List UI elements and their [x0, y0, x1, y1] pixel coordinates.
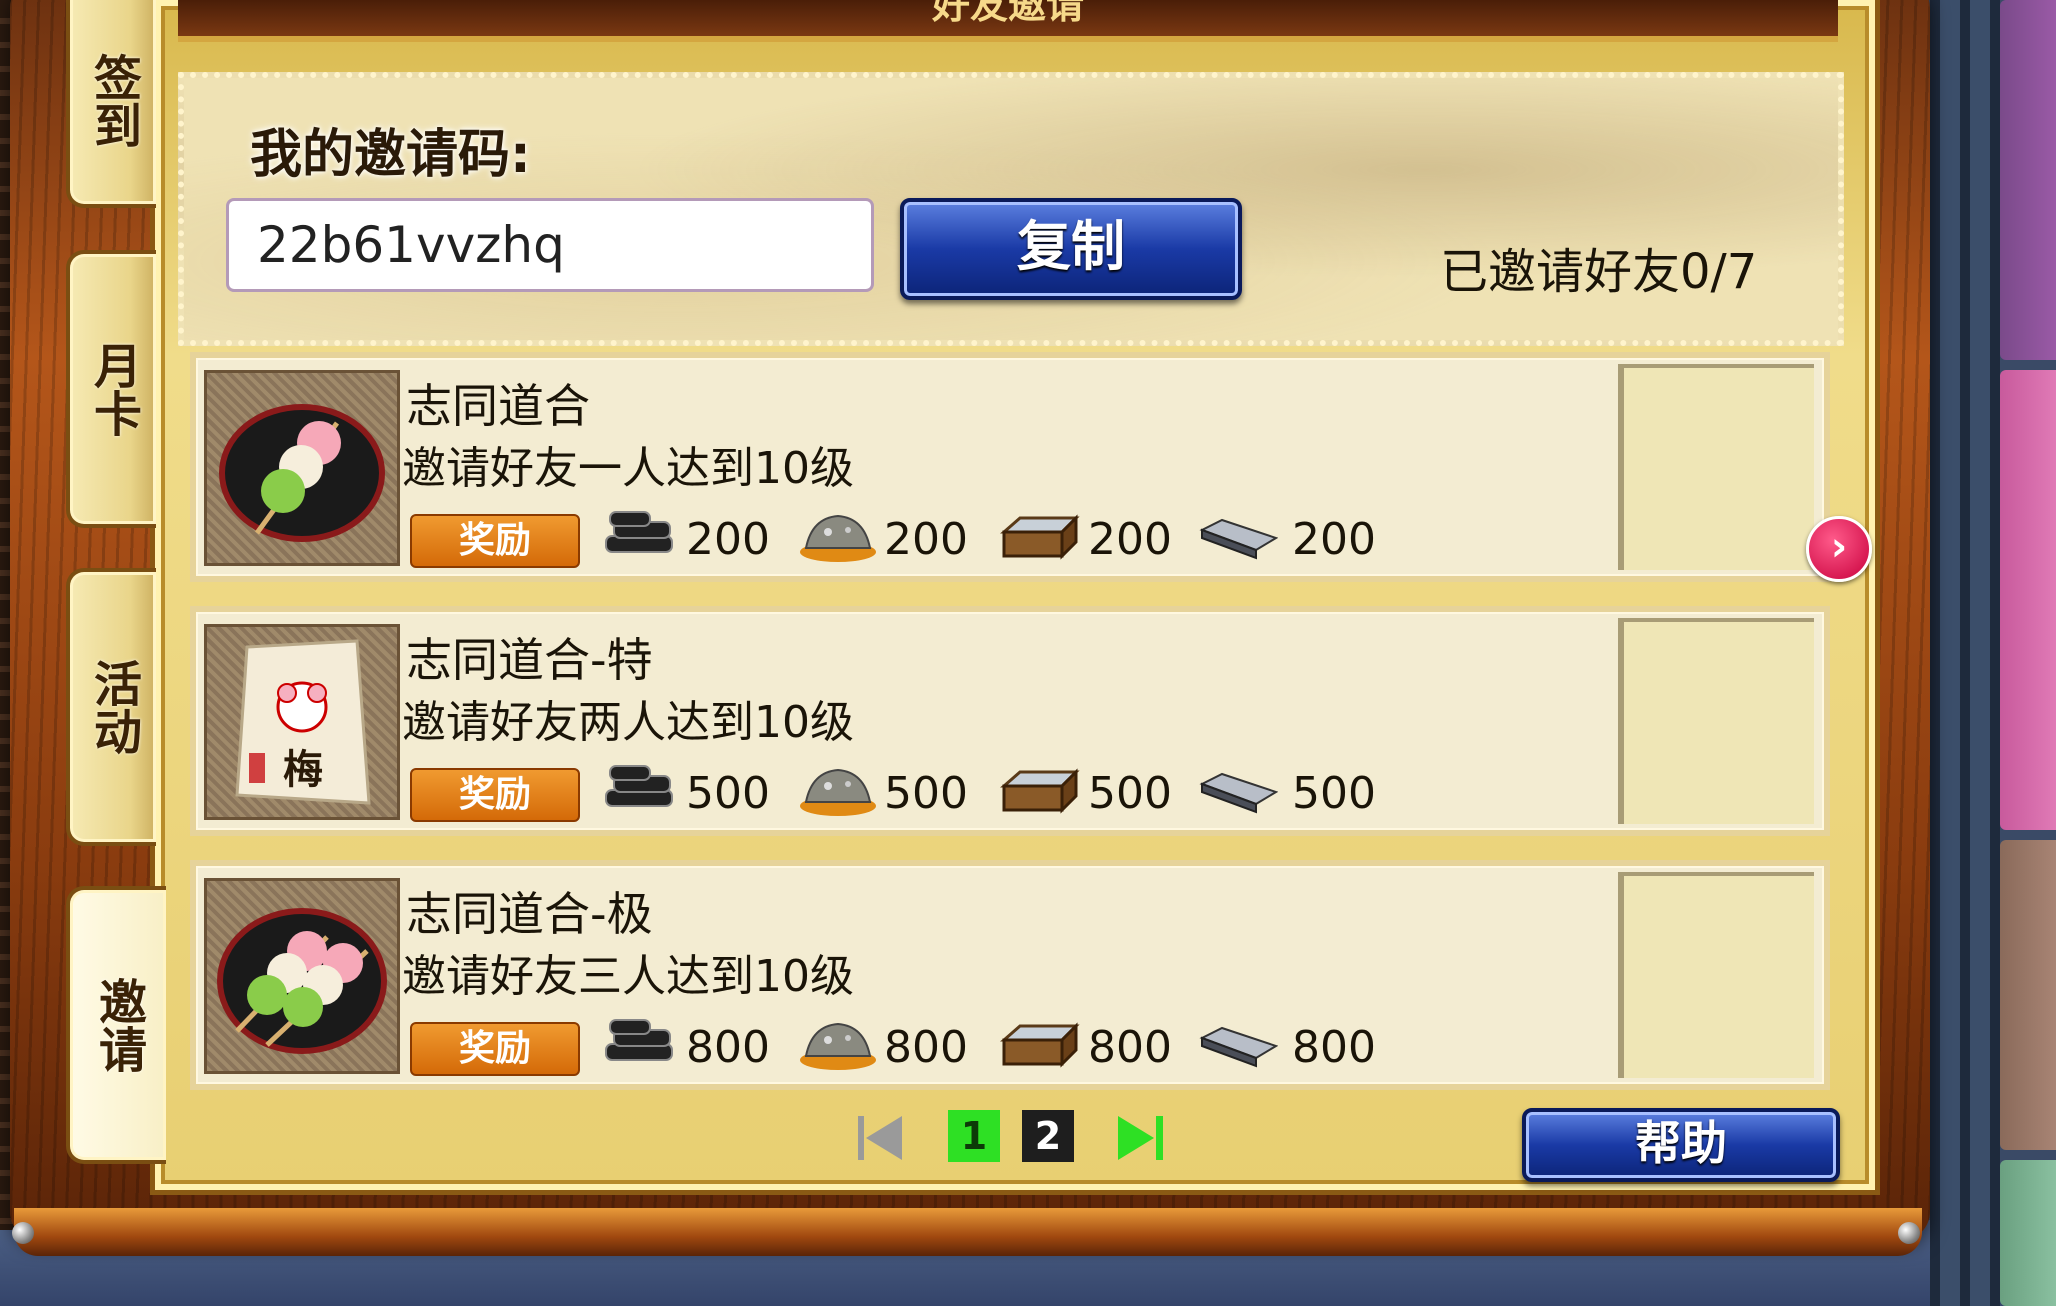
- task-row: 梅 志同道合-特 邀请好友两人达到10级 奖励 500 500 500 500: [190, 606, 1830, 836]
- charcoal-icon: [605, 1019, 673, 1061]
- claim-slot[interactable]: [1618, 618, 1814, 824]
- reward-value: 200: [686, 514, 770, 565]
- rivet-right: [1898, 1222, 1920, 1244]
- page-button-2[interactable]: 2: [1022, 1110, 1074, 1162]
- reward-value: 800: [686, 1022, 770, 1073]
- ore-icon: [800, 768, 876, 816]
- invite-code-field[interactable]: 22b61vvzhq: [226, 198, 874, 292]
- iron-bar-icon: [1199, 518, 1278, 560]
- reward-tag: 奖励: [410, 514, 580, 568]
- task-description: 邀请好友一人达到10级: [402, 443, 854, 494]
- invited-friends-status: 已邀请好友0/7: [1440, 244, 1758, 300]
- page-button-1[interactable]: 1: [948, 1110, 1000, 1162]
- task-row: 志同道合 邀请好友一人达到10级 奖励 200 200 200 200: [190, 352, 1830, 582]
- tab-label: 活动: [85, 659, 141, 755]
- charcoal-icon: [605, 511, 673, 553]
- claim-slot[interactable]: [1618, 364, 1814, 570]
- claim-slot[interactable]: [1618, 872, 1814, 1078]
- reward-value: 200: [1292, 514, 1376, 565]
- ore-icon: [800, 514, 876, 562]
- tab-checkin[interactable]: 签到: [66, 0, 156, 208]
- charcoal-icon: [605, 765, 673, 807]
- tab-invite[interactable]: 邀请: [66, 886, 166, 1164]
- tab-label: 月卡: [85, 341, 141, 437]
- reward-value: 800: [1292, 1022, 1376, 1073]
- first-page-icon[interactable]: [852, 1110, 908, 1166]
- wood-box-icon: [1000, 1022, 1080, 1068]
- task-description: 邀请好友三人达到10级: [402, 951, 854, 1002]
- frame-bottom-edge: [14, 1208, 1922, 1256]
- task-description: 邀请好友两人达到10级: [402, 697, 854, 748]
- reward-value: 500: [686, 768, 770, 819]
- chevron-right-icon[interactable]: ›: [1806, 516, 1872, 582]
- reward-tag: 奖励: [410, 1022, 580, 1076]
- task-row: 志同道合-极 邀请好友三人达到10级 奖励 800 800 800 800: [190, 860, 1830, 1090]
- reward-tag: 奖励: [410, 768, 580, 822]
- tab-label: 邀请: [90, 977, 146, 1073]
- panel-title: 好友邀请: [178, 0, 1838, 42]
- rivet-left: [12, 1222, 34, 1244]
- reward-value: 800: [1088, 1022, 1172, 1073]
- reward-value: 500: [884, 768, 968, 819]
- wood-box-icon: [1000, 768, 1080, 814]
- dango-plate-icon: [204, 370, 400, 566]
- task-title: 志同道合-极: [406, 887, 653, 941]
- background-right-wall: [1930, 0, 2000, 1306]
- dango-plate-large-icon: [204, 878, 400, 1074]
- wood-box-icon: [1000, 514, 1080, 560]
- reward-value: 500: [1292, 768, 1376, 819]
- background-right-panels: [2000, 0, 2056, 1306]
- tab-events[interactable]: 活动: [66, 568, 156, 846]
- copy-button[interactable]: 复制: [900, 198, 1242, 300]
- task-title: 志同道合: [406, 379, 590, 433]
- reward-value: 800: [884, 1022, 968, 1073]
- help-button[interactable]: 帮助: [1522, 1108, 1840, 1182]
- task-title: 志同道合-特: [406, 633, 653, 687]
- reward-value: 200: [1088, 514, 1172, 565]
- reward-value: 200: [884, 514, 968, 565]
- last-page-icon[interactable]: [1114, 1110, 1170, 1166]
- ore-icon: [800, 1022, 876, 1070]
- iron-bar-icon: [1199, 1026, 1278, 1068]
- tab-label: 签到: [85, 53, 141, 150]
- charm-text: 梅: [283, 746, 323, 793]
- mouse-charm-icon: 梅: [204, 624, 400, 820]
- tab-monthly-card[interactable]: 月卡: [66, 250, 156, 528]
- invite-code-label: 我的邀请码:: [250, 125, 531, 185]
- reward-value: 500: [1088, 768, 1172, 819]
- iron-bar-icon: [1199, 772, 1278, 814]
